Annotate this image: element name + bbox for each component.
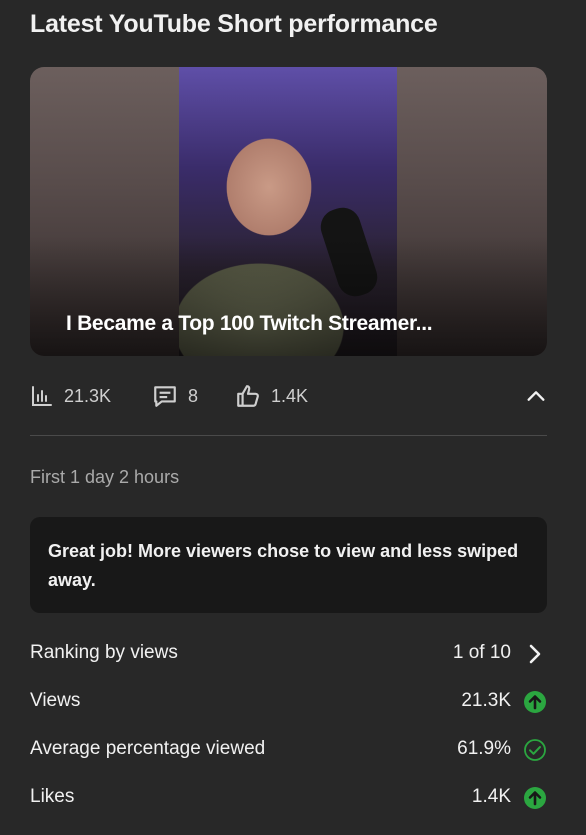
metric-value: 1 of 10 — [452, 642, 511, 663]
short-thumbnail[interactable]: I Became a Top 100 Twitch Streamer... — [30, 67, 547, 356]
metric-label: Likes — [30, 786, 75, 807]
comments-stat: 8 — [152, 381, 198, 411]
metric-value: 1.4K — [471, 786, 511, 807]
short-stats: 21.3K 8 1.4K — [30, 381, 547, 411]
metric-value: 21.3K — [461, 690, 511, 711]
check-circle-icon — [524, 739, 546, 761]
views-count: 21.3K — [64, 385, 112, 406]
likes-stat: 1.4K — [235, 381, 308, 411]
metric-label: Views — [30, 690, 81, 711]
arrow-up-circle-icon — [524, 787, 546, 809]
comments-count: 8 — [188, 385, 199, 406]
metric-avg-percentage: Average percentage viewed 61.9% — [30, 734, 547, 764]
thumb-up-icon — [237, 385, 259, 407]
metric-value: 61.9% — [457, 738, 511, 759]
short-title: I Became a Top 100 Twitch Streamer... — [66, 312, 433, 335]
performance-note: Great job! More viewers chose to view an… — [30, 517, 547, 613]
likes-count: 1.4K — [271, 385, 309, 406]
metric-label: Average percentage viewed — [30, 738, 266, 759]
time-period: First 1 day 2 hours — [30, 467, 180, 487]
metric-likes: Likes 1.4K — [30, 782, 547, 812]
metric-label: Ranking by views — [30, 642, 178, 663]
metric-ranking[interactable]: Ranking by views 1 of 10 — [30, 638, 547, 668]
arrow-up-circle-icon — [524, 691, 546, 713]
card-title: Latest YouTube Short performance — [30, 10, 438, 38]
comment-icon — [154, 386, 176, 407]
chevron-up-icon[interactable] — [525, 385, 547, 407]
metric-views: Views 21.3K — [30, 686, 547, 716]
views-stat: 21.3K — [30, 381, 111, 411]
bar-chart-icon — [32, 386, 52, 406]
divider — [30, 435, 547, 436]
chevron-right-icon[interactable] — [523, 642, 547, 666]
